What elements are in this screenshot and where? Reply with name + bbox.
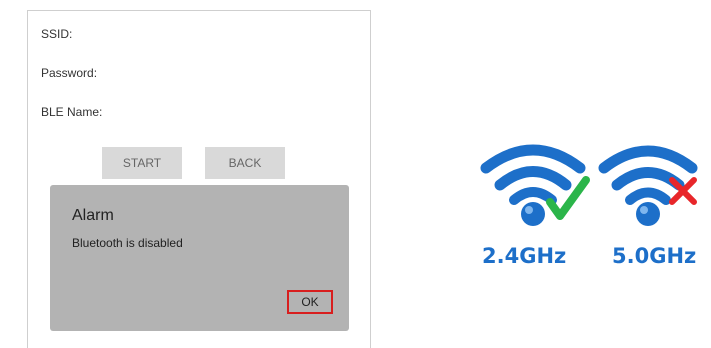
ble-name-label: BLE Name: [41,105,103,119]
start-button[interactable]: START [102,147,182,179]
alarm-dialog: Alarm Bluetooth is disabled OK [50,185,349,331]
app-screen: SSID: Password: BLE Name: START BACK Ala… [27,10,371,348]
dialog-message: Bluetooth is disabled [72,236,183,250]
password-label: Password: [41,66,98,80]
back-button[interactable]: BACK [205,147,285,179]
ssid-label: SSID: [41,27,73,41]
wifi-5-0ghz-icon [598,145,698,226]
dialog-title: Alarm [72,207,114,224]
ok-button[interactable]: OK [287,290,333,314]
band-label-5-0ghz: 5.0GHz [612,244,697,268]
band-label-2-4ghz: 2.4GHz [482,244,567,268]
wifi-2-4ghz-icon [480,144,590,226]
